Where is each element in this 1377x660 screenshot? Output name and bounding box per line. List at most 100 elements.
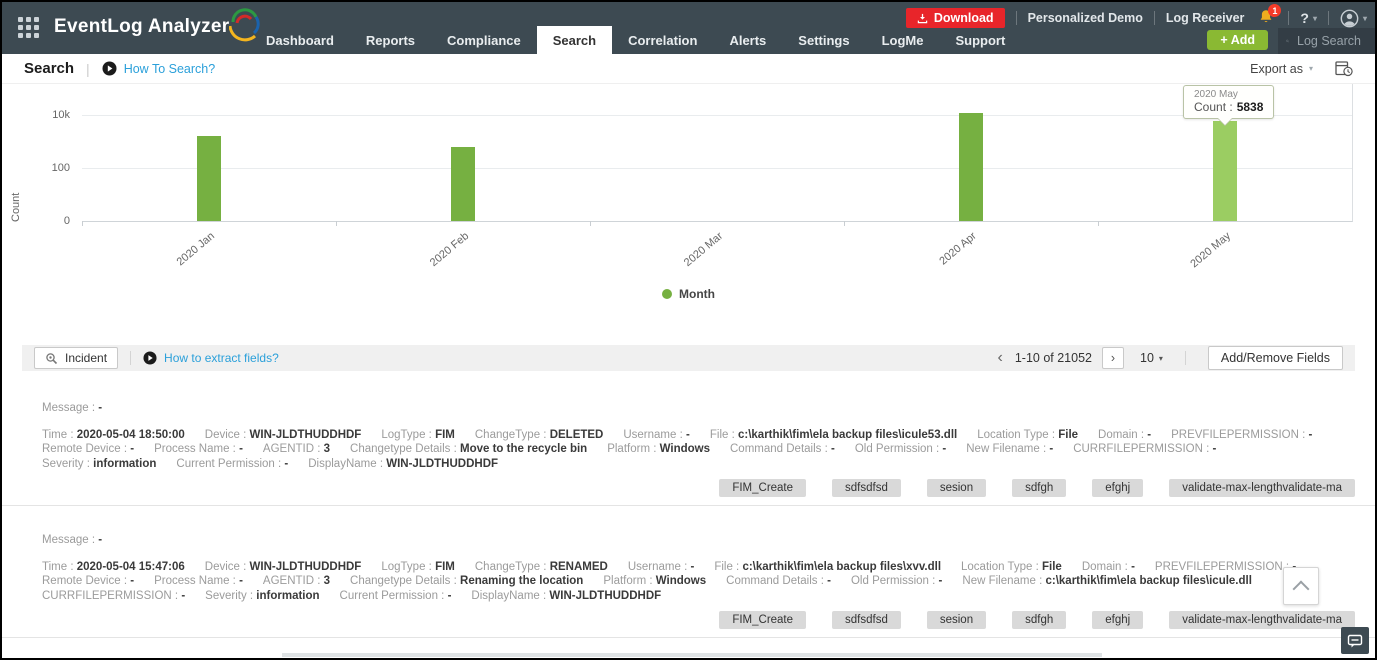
download-label: Download <box>933 11 994 25</box>
field-tag[interactable]: sesion <box>926 611 987 629</box>
log-field: Remote Device : - <box>42 443 135 455</box>
nav-item-reports[interactable]: Reports <box>350 26 431 54</box>
field-tag[interactable]: sdfsdfsd <box>832 611 901 629</box>
x-tick-mark <box>336 221 337 226</box>
message-row: Message : - <box>42 401 1355 416</box>
brand-logo[interactable]: EventLog Analyzer <box>54 8 263 42</box>
feedback-chat-button[interactable] <box>1341 627 1369 654</box>
field-tag[interactable]: FIM_Create <box>719 611 807 629</box>
scroll-cut-divider <box>282 653 1102 657</box>
nav-item-logme[interactable]: LogMe <box>866 26 940 54</box>
nav-item-correlation[interactable]: Correlation <box>612 26 713 54</box>
incident-label: Incident <box>65 351 108 365</box>
log-field: ChangeType : RENAMED <box>474 560 608 573</box>
field-row: Remote Device : - Process Name : - AGENTID… <box>42 574 1355 589</box>
help-label: ? <box>1300 10 1309 26</box>
x-tick-label: 2020 May <box>1187 230 1233 271</box>
nav-item-search[interactable]: Search <box>536 26 613 54</box>
bar-2020-feb[interactable] <box>451 147 475 221</box>
log-field: DisplayName : WIN-JLDTHUDDHDF <box>308 457 499 470</box>
bar-2020-apr[interactable] <box>959 113 983 221</box>
field-row: Remote Device : - Process Name : - AGENTID… <box>42 442 1355 457</box>
x-tick-mark <box>1098 221 1099 226</box>
legend-label: Month <box>679 287 715 301</box>
nav-item-settings[interactable]: Settings <box>782 26 865 54</box>
bar-2020-jan[interactable] <box>197 136 221 221</box>
nav-item-compliance[interactable]: Compliance <box>431 26 537 54</box>
log-field: PREVFILEPERMISSION : - <box>1154 560 1296 573</box>
field-tag[interactable]: efghj <box>1092 479 1144 497</box>
field-tag[interactable]: validate-max-lengthvalidate-ma <box>1169 611 1355 629</box>
chart-legend[interactable]: Month <box>2 287 1375 301</box>
log-entry: Message : - Time : 2020-05-04 15:47:06 De… <box>2 506 1375 638</box>
gridline <box>82 168 1352 169</box>
extract-fields-link[interactable]: How to extract fields? <box>164 351 279 365</box>
page-title: Search <box>24 60 75 77</box>
log-field: AGENTID : 3 <box>262 443 331 455</box>
log-field: AGENTID : 3 <box>262 575 331 587</box>
log-field: Severity : information <box>205 589 320 602</box>
log-search-input[interactable] <box>1295 33 1367 49</box>
field-tag[interactable]: sdfsdfsd <box>832 479 901 497</box>
x-tick-mark <box>82 221 83 226</box>
page-subheader: Search | How To Search? Export as ▾ <box>2 54 1375 84</box>
chart-area: Count 2020 Jan 2020 Feb 2020 Mar 2020 Apr 20… <box>2 84 1375 312</box>
log-field: Message : - <box>42 534 103 546</box>
app-root: EventLog Analyzer Dashboard Reports Compli… <box>0 0 1377 660</box>
nav-item-support[interactable]: Support <box>939 26 1021 54</box>
log-field: Current Permission : - <box>176 457 289 470</box>
log-field: ChangeType : DELETED <box>474 428 604 441</box>
add-button[interactable]: + Add <box>1207 30 1268 50</box>
play-icon <box>102 61 117 76</box>
download-button[interactable]: Download <box>905 8 1005 28</box>
log-field: Device : WIN-JLDTHUDDHDF <box>204 560 362 573</box>
next-page-button[interactable]: › <box>1102 347 1124 369</box>
nav-item-alerts[interactable]: Alerts <box>713 26 782 54</box>
page-size-dropdown[interactable]: 10 ▾ <box>1140 351 1163 365</box>
prev-page-button[interactable]: ‹ <box>996 350 1005 366</box>
field-tag[interactable]: sdfgh <box>1012 479 1067 497</box>
personalized-demo-link[interactable]: Personalized Demo <box>1028 11 1143 25</box>
export-as-dropdown[interactable]: Export as ▾ <box>1250 62 1313 76</box>
incident-button[interactable]: Incident <box>34 347 119 369</box>
notifications-button[interactable]: 1 <box>1258 4 1282 28</box>
help-menu[interactable]: ? ▾ <box>1300 10 1317 26</box>
log-field: DisplayName : WIN-JLDTHUDDHDF <box>471 589 662 602</box>
y-tick-label: 100 <box>51 162 70 174</box>
log-field: LogType : FIM <box>381 428 455 441</box>
field-tag[interactable]: sesion <box>926 479 987 497</box>
chat-icon <box>1347 634 1363 647</box>
entries-list: Message : - Time : 2020-05-04 18:50:00 De… <box>2 374 1375 638</box>
field-tag[interactable]: efghj <box>1092 611 1144 629</box>
schedule-report-icon[interactable] <box>1335 60 1353 77</box>
field-tag[interactable]: FIM_Create <box>719 479 807 497</box>
bar-2020-may[interactable] <box>1213 121 1237 221</box>
log-field: Location Type : File <box>961 560 1062 573</box>
scroll-to-top-button[interactable] <box>1283 567 1319 605</box>
log-field: Time : 2020-05-04 15:47:06 <box>42 560 185 573</box>
log-receiver-link[interactable]: Log Receiver <box>1166 11 1245 25</box>
field-tag[interactable]: validate-max-lengthvalidate-ma <box>1169 479 1355 497</box>
app-grid-icon[interactable] <box>18 17 39 38</box>
field-tag[interactable]: sdfgh <box>1012 611 1067 629</box>
log-field: Command Details : - <box>726 575 831 587</box>
nav-item-dashboard[interactable]: Dashboard <box>250 26 350 54</box>
log-field: File : c:\karthik\fim\ela backup files\x… <box>714 560 942 573</box>
user-menu[interactable]: ▾ <box>1340 9 1367 28</box>
play-icon <box>143 351 157 365</box>
how-to-search-link[interactable]: How To Search? <box>124 62 216 76</box>
pagination-controls: ‹ 1-10 of 21052 › 10 ▾ Add/Remove Fields <box>996 346 1343 370</box>
x-tick-label: 2020 Feb <box>427 230 471 270</box>
log-field: Domain : - <box>1098 428 1152 441</box>
add-remove-fields-button[interactable]: Add/Remove Fields <box>1207 346 1343 370</box>
tooltip-category: 2020 May <box>1194 89 1238 100</box>
log-field: Changetype Details : Renaming the locati… <box>350 575 584 587</box>
tooltip-series-label: Count : <box>1194 100 1233 114</box>
app-header: EventLog Analyzer Dashboard Reports Compli… <box>2 2 1375 54</box>
x-tick-mark <box>844 221 845 226</box>
log-field: Time : 2020-05-04 18:50:00 <box>42 428 185 441</box>
chart-tooltip: 2020 May Count :5838 <box>1183 85 1275 126</box>
main-nav: Dashboard Reports Compliance Search Correlat… <box>250 26 1021 54</box>
log-search-box[interactable] <box>1278 28 1375 54</box>
log-field: Platform : Windows <box>603 575 707 587</box>
